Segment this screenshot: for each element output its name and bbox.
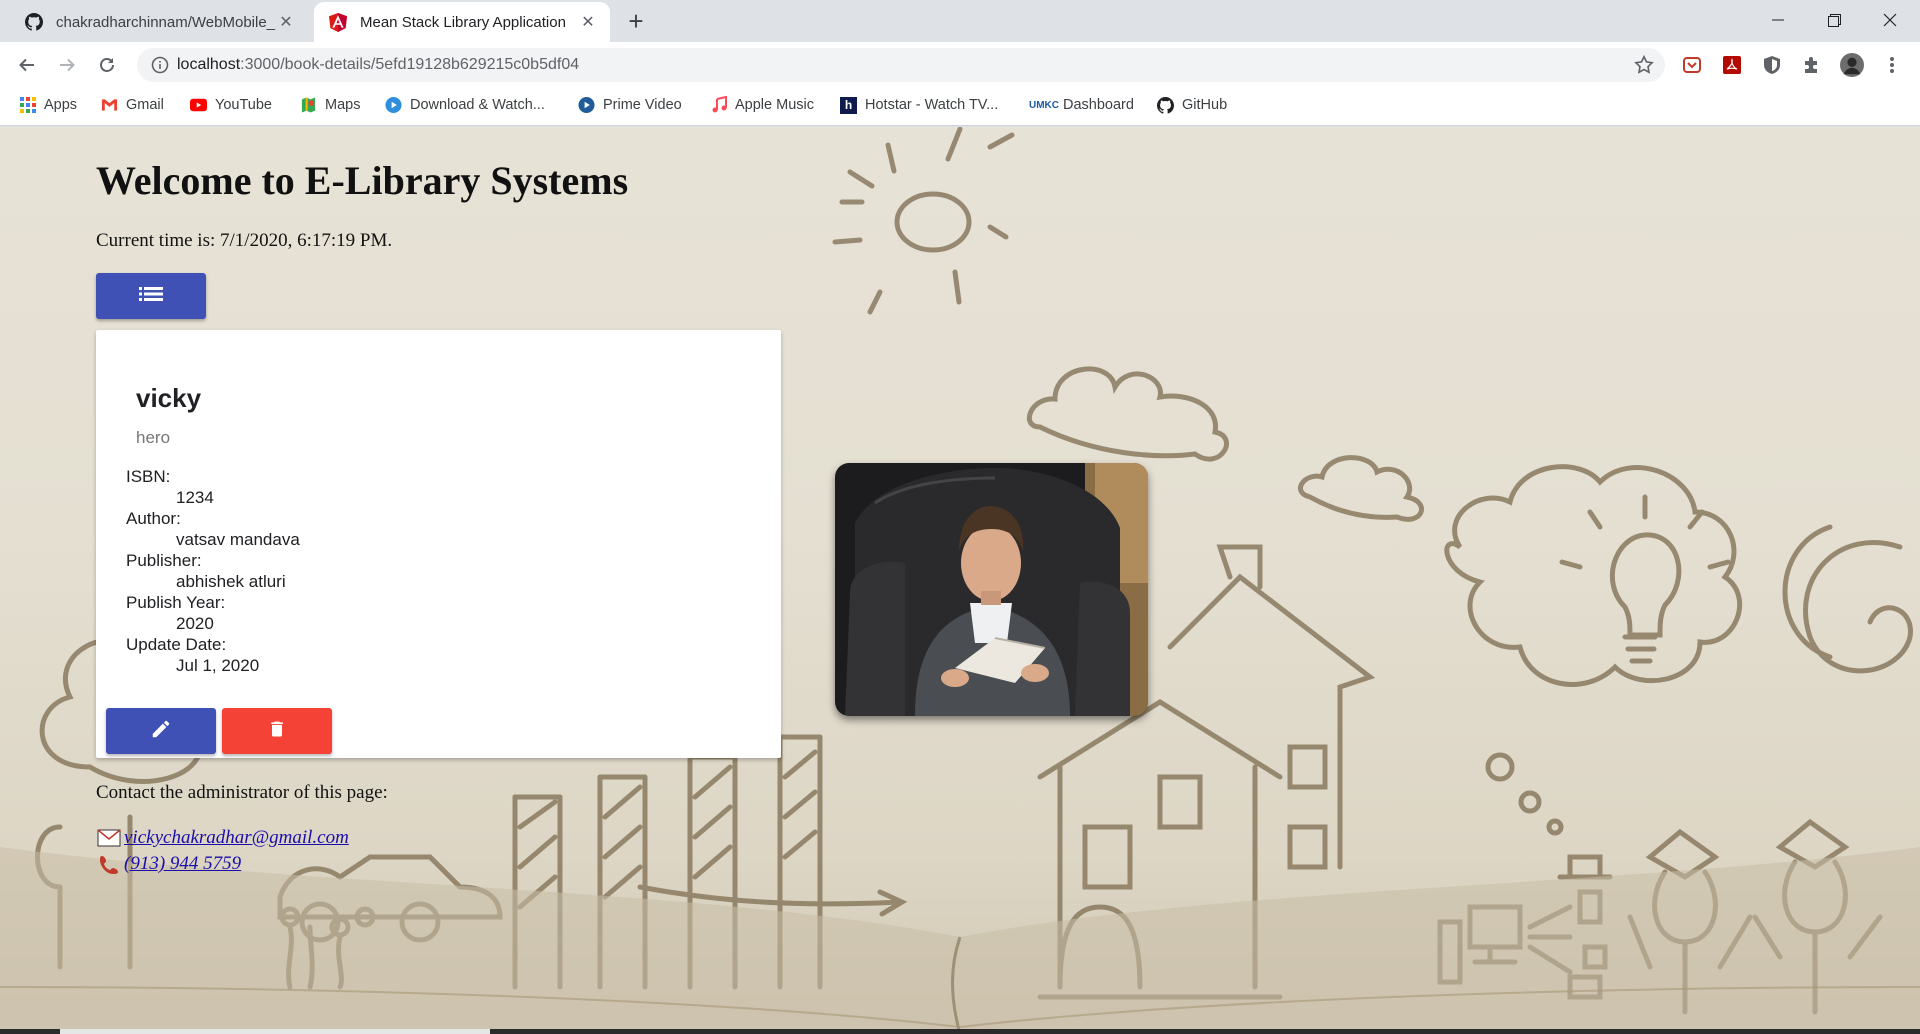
hotstar-icon: h — [840, 96, 857, 114]
publish-year-label: Publish Year: — [126, 593, 226, 612]
gmail-icon — [101, 97, 118, 114]
github-icon — [24, 12, 44, 32]
update-date-label: Update Date: — [126, 635, 227, 654]
youtube-icon — [190, 97, 207, 114]
delete-book-button[interactable] — [222, 708, 332, 754]
author-label: Author: — [126, 509, 181, 528]
bookmark-label: Gmail — [126, 97, 164, 113]
umkc-icon: UMKC — [1029, 99, 1059, 111]
tab-github-repo[interactable]: chakradharchinnam/WebMobile_ ✕ — [10, 2, 308, 42]
publisher-label: Publisher: — [126, 551, 202, 570]
prime-video-icon — [578, 96, 595, 114]
forward-arrow-icon[interactable] — [52, 50, 82, 80]
url-path: :3000/book-details/5efd19128b629215c0b5d… — [240, 56, 580, 73]
edit-book-button[interactable] — [106, 708, 216, 754]
bookmark-apps[interactable]: Apps — [19, 88, 77, 122]
trash-icon — [267, 718, 287, 745]
publish-year-value: 2020 — [176, 614, 214, 633]
adobe-pdf-extension-icon[interactable] — [1720, 53, 1744, 77]
bookmark-maps[interactable]: Maps — [300, 88, 360, 122]
maps-icon — [300, 97, 317, 114]
shield-extension-icon[interactable] — [1760, 53, 1784, 77]
address-bar[interactable]: localhost:3000/book-details/5efd19128b62… — [137, 48, 1665, 82]
tab-title: Mean Stack Library Application — [360, 13, 566, 31]
bookmark-label: GitHub — [1182, 97, 1228, 113]
isbn-label: ISBN: — [126, 467, 171, 486]
music-note-icon — [710, 96, 727, 114]
bookmark-label: Maps — [325, 97, 361, 113]
list-icon — [139, 286, 163, 307]
angular-icon — [328, 12, 348, 32]
phone-icon — [96, 854, 122, 874]
bookmark-label: Apps — [44, 97, 78, 113]
browser-toolbar: localhost:3000/book-details/5efd19128b62… — [0, 42, 1920, 88]
author-value: vatsav mandava — [176, 530, 300, 549]
page-content: Welcome to E-Library Systems Current tim… — [0, 127, 1920, 1034]
book-details-card: vicky hero ISBN: 1234 Author: vatsav man… — [96, 330, 781, 758]
bookmarks-bar: Apps Gmail YouTube Maps Download & Watch… — [0, 88, 1920, 126]
tab-close-icon[interactable]: ✕ — [276, 12, 296, 32]
tab-title: chakradharchinnam/WebMobile_ — [56, 13, 276, 31]
phone-text: (913) 944 5759 — [124, 853, 242, 874]
pencil-icon — [150, 718, 172, 745]
bookmark-download-watch[interactable]: Download & Watch... — [385, 88, 545, 122]
extensions-puzzle-icon[interactable] — [1800, 53, 1824, 77]
bookmark-label: Hotstar - Watch TV... — [865, 97, 999, 113]
envelope-icon — [96, 828, 122, 848]
minimize-icon[interactable] — [1750, 0, 1806, 40]
current-time-text: Current time is: 7/1/2020, 6:17:19 PM. — [96, 230, 393, 251]
isbn-value: 1234 — [176, 488, 214, 507]
tab-close-icon[interactable]: ✕ — [578, 12, 598, 32]
email-link[interactable]: vickychakradhar@gmail.com — [96, 827, 349, 849]
horizontal-scrollbar[interactable] — [0, 1029, 1920, 1034]
phone-link[interactable]: (913) 944 5759 — [96, 853, 241, 875]
github-icon — [1157, 96, 1174, 114]
contact-heading: Contact the administrator of this page: — [96, 782, 388, 803]
restore-icon[interactable] — [1806, 0, 1862, 40]
bookmark-label: Prime Video — [603, 97, 682, 113]
bookmark-label: Download & Watch... — [410, 97, 545, 113]
book-subtitle: hero — [136, 428, 171, 447]
email-text: vickychakradhar@gmail.com — [124, 827, 349, 848]
profile-avatar-icon[interactable] — [1840, 53, 1864, 77]
new-tab-button[interactable]: + — [620, 8, 652, 36]
close-window-icon[interactable] — [1862, 0, 1918, 40]
scrollbar-thumb[interactable] — [60, 1029, 490, 1034]
bookmark-prime-video[interactable]: Prime Video — [578, 88, 682, 122]
bookmark-label: Apple Music — [735, 97, 814, 113]
page-title: Welcome to E-Library Systems — [96, 158, 629, 203]
play-circle-icon — [385, 96, 402, 114]
site-info-icon[interactable] — [151, 56, 169, 74]
bookmark-youtube[interactable]: YouTube — [190, 88, 272, 122]
publisher-value: abhishek atluri — [176, 572, 286, 591]
pocket-extension-icon[interactable] — [1680, 53, 1704, 77]
bookmark-apple-music[interactable]: Apple Music — [710, 88, 814, 122]
bookmark-gmail[interactable]: Gmail — [101, 88, 164, 122]
tab-library-app[interactable]: Mean Stack Library Application ✕ — [314, 2, 610, 42]
tab-strip: chakradharchinnam/WebMobile_ ✕ Mean Stac… — [0, 0, 1920, 42]
apps-grid-icon — [19, 97, 36, 114]
reload-icon[interactable] — [92, 50, 122, 80]
book-list-button[interactable] — [96, 273, 206, 319]
book-title: vicky — [136, 383, 202, 413]
bookmark-github[interactable]: GitHub — [1157, 88, 1227, 122]
reading-person-image — [835, 463, 1148, 716]
bookmark-label: Dashboard — [1063, 97, 1134, 113]
update-date-value: Jul 1, 2020 — [176, 656, 260, 675]
book-fields: ISBN: 1234 Author: vatsav mandava Publis… — [126, 466, 300, 676]
bookmark-hotstar[interactable]: h Hotstar - Watch TV... — [840, 88, 998, 122]
bookmark-dashboard[interactable]: UMKC Dashboard — [1029, 88, 1134, 122]
bookmark-star-icon[interactable] — [1633, 54, 1655, 76]
back-arrow-icon[interactable] — [12, 50, 42, 80]
chrome-menu-icon[interactable] — [1880, 53, 1904, 77]
bookmark-label: YouTube — [215, 97, 272, 113]
url-text: localhost:3000/book-details/5efd19128b62… — [177, 48, 579, 82]
url-host: localhost — [177, 56, 241, 73]
